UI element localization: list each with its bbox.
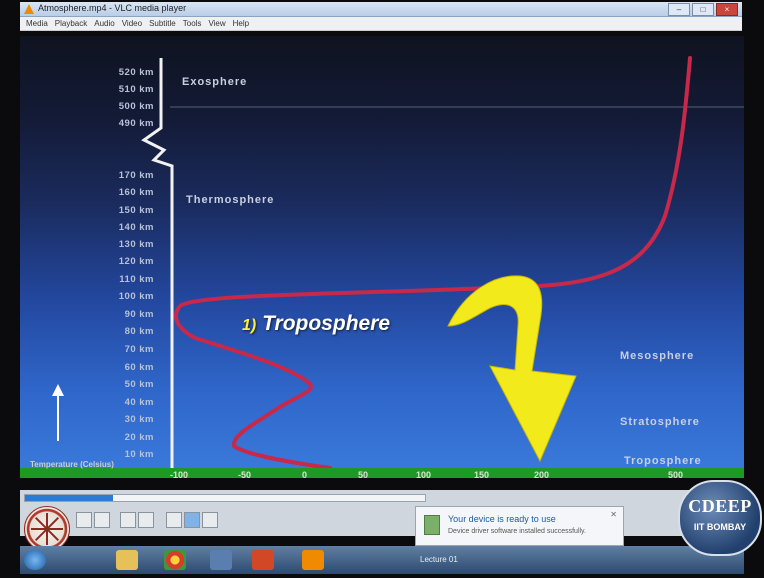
temperature-tick: 500 [668,470,684,478]
menu-video[interactable]: Video [122,17,142,30]
cdeep-logo-title: CDEEP [688,496,752,516]
notification-body: Device driver software installed success… [448,528,586,535]
close-button[interactable]: × [716,3,738,16]
taskbar-task-label[interactable]: Lecture 01 [420,552,500,568]
yellow-curved-arrow [447,275,577,463]
vlc-taskbar-icon[interactable] [302,550,324,570]
menu-tools[interactable]: Tools [183,17,202,30]
video-frame[interactable]: 520 km 510 km 500 km 490 km 170 km 160 k… [20,36,744,478]
windows-taskbar: Lecture 01 [20,546,744,574]
menu-help[interactable]: Help [233,17,249,30]
troposphere-highlight: 1) Troposphere [242,312,390,336]
temperature-tick: 200 [534,470,550,478]
playlist-button[interactable] [166,512,182,528]
shuffle-button[interactable] [202,512,218,528]
temperature-curve [174,56,692,470]
layer-thermosphere: Thermosphere [186,194,275,206]
temperature-axis-label: Temperature (Celsius) [30,460,114,469]
temperature-tick: 50 [358,470,369,478]
loop-button[interactable] [184,512,200,528]
altitude-label: 140 km [118,222,154,233]
menu-playback[interactable]: Playback [55,17,87,30]
up-arrow-icon [52,384,64,396]
menu-audio[interactable]: Audio [94,17,114,30]
temperature-tick: 0 [302,470,308,478]
fullscreen-button[interactable] [120,512,136,528]
altitude-label: 500 km [118,101,154,112]
usb-device-icon [424,515,440,535]
altitude-label: 520 km [118,67,154,78]
previous-button[interactable] [76,512,92,528]
taskbar-app-icon[interactable] [210,550,232,570]
altitude-label: 70 km [124,344,154,355]
altitude-label: 30 km [124,414,154,425]
altitude-label: 100 km [118,291,154,302]
temperature-axis-band [20,468,744,478]
layer-troposphere: Troposphere [624,455,702,467]
altitude-label: 110 km [119,274,154,285]
temperature-tick: -50 [238,470,252,478]
layer-exosphere: Exosphere [182,76,248,88]
altitude-label: 130 km [118,239,154,250]
menu-bar: Media Playback Audio Video Subtitle Tool… [20,17,742,31]
highlight-text: Troposphere [262,312,391,335]
seek-bar[interactable] [24,494,426,502]
start-button[interactable] [24,550,46,570]
altitude-label: 510 km [118,84,154,95]
notification-title: Your device is ready to use [448,514,556,524]
player-controls [20,490,744,536]
altitude-label: 10 km [124,449,154,460]
window-title: Atmosphere.mp4 - VLC media player [38,3,187,13]
extended-settings-button[interactable] [138,512,154,528]
stop-button[interactable] [94,512,110,528]
cdeep-logo-subtitle: IIT BOMBAY [693,522,747,532]
altitude-label: 490 km [118,118,154,129]
menu-subtitle[interactable]: Subtitle [149,17,176,30]
altitude-label: 160 km [118,187,154,198]
window-title-bar[interactable]: Atmosphere.mp4 - VLC media player – □ × [20,2,742,17]
cdeep-logo: CDEEP IIT BOMBAY [678,480,762,556]
powerpoint-icon[interactable] [252,550,274,570]
chrome-icon[interactable] [164,550,186,570]
temperature-tick: 150 [474,470,490,478]
menu-view[interactable]: View [208,17,225,30]
explorer-icon[interactable] [116,550,138,570]
highlight-number: 1) [242,317,257,334]
altitude-label: 40 km [124,397,154,408]
maximize-button[interactable]: □ [692,3,714,16]
window-buttons: – □ × [668,3,738,16]
altitude-label: 20 km [124,432,154,443]
device-ready-notification[interactable]: Your device is ready to use Device drive… [415,506,624,546]
altitude-label: 90 km [124,309,154,320]
seek-bar-fill [25,495,113,501]
altitude-label: 60 km [124,362,154,373]
altitude-label: 50 km [124,379,154,390]
close-icon[interactable]: ✕ [610,510,617,519]
altitude-label: 170 km [118,170,154,181]
altitude-label: 120 km [118,256,154,267]
altitude-label: 150 km [118,205,154,216]
menu-media[interactable]: Media [26,17,48,30]
layer-mesosphere: Mesosphere [620,350,695,362]
screen: Atmosphere.mp4 - VLC media player – □ × … [0,0,764,578]
altitude-label: 80 km [124,326,154,337]
temperature-tick: -100 [170,470,189,478]
vlc-cone-icon [24,4,34,14]
minimize-button[interactable]: – [668,3,690,16]
layer-stratosphere: Stratosphere [620,416,700,428]
temperature-tick: 100 [416,470,432,478]
